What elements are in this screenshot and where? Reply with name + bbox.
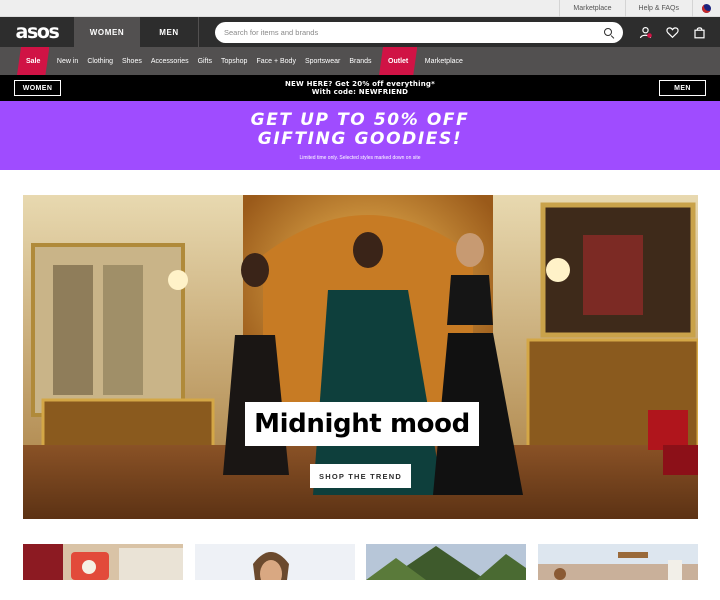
flag-icon[interactable] [692, 0, 720, 17]
tree-tile[interactable] [366, 544, 527, 580]
search-icon[interactable] [604, 27, 614, 38]
nav-sportswear[interactable]: Sportswear [300, 47, 344, 75]
tab-women[interactable]: WOMEN [74, 17, 139, 47]
utility-bar: Marketplace Help & FAQs [0, 0, 720, 17]
nav-brands[interactable]: Brands [345, 47, 376, 75]
promo-men-button[interactable]: MEN [659, 80, 706, 96]
sale-headline: GET UP TO 50% OFF GIFTING GOODIES! [250, 109, 470, 149]
sale-headline-line-1: GET UP TO 50% OFF [250, 109, 470, 130]
nav-face-body[interactable]: Face + Body [252, 47, 301, 75]
sale-fine-print: Limited time only. Selected styles marke… [299, 154, 421, 161]
shop-the-trend-button[interactable]: SHOP THE TREND [310, 464, 411, 488]
main-header: asos WOMEN MEN [0, 17, 720, 47]
decor-tile[interactable] [537, 544, 698, 580]
promo-strip[interactable]: WOMEN NEW HERE? Get 20% off everything* … [0, 75, 720, 101]
sale-headline-line-2: GIFTING GOODIES! [257, 128, 463, 149]
nav-outlet[interactable]: Outlet [379, 47, 417, 75]
gift-tile[interactable] [23, 544, 183, 580]
search-input[interactable] [224, 28, 604, 37]
promo-text: NEW HERE? Get 20% off everything* With c… [285, 80, 435, 97]
nav-accessories[interactable]: Accessories [146, 47, 193, 75]
tab-men[interactable]: MEN [139, 17, 199, 47]
nav-new-in[interactable]: New in [52, 47, 82, 75]
search-bar [215, 22, 623, 43]
nav-shoes[interactable]: Shoes [118, 47, 147, 75]
nav-topshop[interactable]: Topshop [216, 47, 251, 75]
portrait-tile[interactable] [194, 544, 355, 580]
bag-icon[interactable] [693, 26, 706, 39]
marketplace-link[interactable]: Marketplace [559, 0, 624, 17]
heart-icon[interactable] [666, 26, 679, 39]
sale-banner[interactable]: GET UP TO 50% OFF GIFTING GOODIES! Limit… [0, 101, 720, 170]
nav-sale[interactable]: Sale [17, 47, 49, 75]
category-nav: Sale New in Clothing Shoes Accessories G… [0, 47, 720, 75]
help-faqs-link[interactable]: Help & FAQs [624, 0, 692, 17]
account-icon[interactable] [639, 26, 652, 39]
asos-logo[interactable]: asos [0, 17, 74, 47]
promo-women-button[interactable]: WOMEN [14, 80, 61, 96]
hero-title: Midnight mood [245, 402, 479, 446]
nav-marketplace[interactable]: Marketplace [420, 47, 467, 75]
promo-tiles [23, 544, 698, 580]
header-icons [639, 17, 706, 47]
promo-line-2: With code: NEWFRIEND [311, 88, 409, 96]
promo-line-1: NEW HERE? Get 20% off everything* [285, 79, 435, 88]
nav-clothing[interactable]: Clothing [83, 47, 118, 75]
nav-gifts[interactable]: Gifts [193, 47, 216, 75]
hero-banner[interactable]: Midnight mood SHOP THE TREND [23, 195, 698, 519]
